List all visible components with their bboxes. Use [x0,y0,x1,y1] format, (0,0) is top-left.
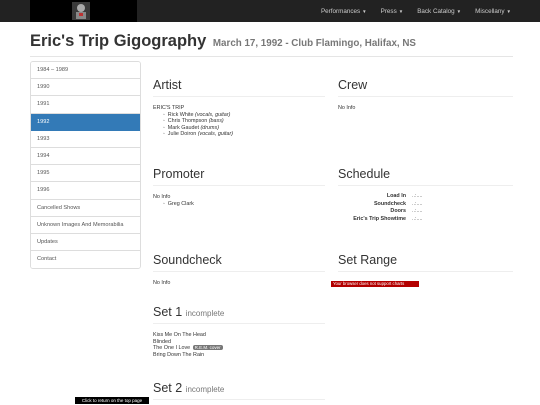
schedule-row: Load In..:.... [386,193,423,199]
crew-section: Crew No Info [338,78,513,112]
list-item: Rick White (vocals, guitar) [163,112,325,119]
set2-section: Set 2 incomplete [153,381,325,400]
chevron-down-icon: ▼ [456,8,462,14]
page-header: Eric's Trip Gigography March 17, 1992 - … [30,32,513,57]
list-item: Mark Gaudet (drums) [163,125,325,132]
chart-unsupported-message: Your browser does not support charts [331,281,419,287]
list-item: Blinded [153,338,171,345]
list-item: The One I Love R.E.M. cover [153,345,223,352]
schedule-heading: Schedule [338,167,513,186]
sidebar-item-1996[interactable]: 1996 [31,182,140,200]
sidebar-item-1991[interactable]: 1991 [31,96,140,114]
schedule-section: Schedule Load In..:.... Soundcheck..:...… [338,167,513,223]
list-item: Kiss Me On The Head [153,332,206,338]
brand-logo-area[interactable] [30,0,137,22]
set1-status: incomplete [185,309,225,318]
sidebar-item-updates[interactable]: Updates [31,233,140,252]
nav-miscellany-menu[interactable]: Miscellany ▼ [468,8,518,15]
promoter-heading: Promoter [153,167,325,186]
sidebar-item-1994[interactable]: 1994 [31,147,140,166]
back-to-top-button[interactable]: Click to return on the top page [75,397,149,404]
band-logo-icon [72,2,90,20]
schedule-row: Soundcheck..:.... [373,200,423,207]
schedule-row: Eric's Trip Showtime..:.... [353,215,423,222]
sidebar-item-1992[interactable]: 1992 [31,113,140,131]
chevron-down-icon: ▼ [398,8,404,14]
sidebar-item-unknown-images[interactable]: Unknown Images And Memorabilia [31,216,140,234]
soundcheck-section: Soundcheck No Info [153,253,325,287]
artist-heading: Artist [153,78,325,97]
promoter-list: Greg Clark [163,201,325,208]
page-subtitle: March 17, 1992 - Club Flamingo, Halifax,… [212,38,416,49]
band-name: ERIC'S TRIP [153,105,185,111]
page-title: Eric's Trip Gigography March 17, 1992 - … [30,32,416,50]
set1-heading: Set 1 incomplete [153,305,325,324]
schedule-row: Doors..:.... [390,208,423,214]
artist-section: Artist ERIC'S TRIP Rick White (vocals, g… [153,78,325,138]
list-item: Julie Doiron (vocals, guitar) [163,131,325,138]
chevron-down-icon: ▼ [506,8,511,14]
list-item: Chris Thompson (bass) [163,118,325,125]
crew-text: No Info [338,105,356,111]
year-sidebar: 1984 – 1989 1990 1991 1992 1993 1994 199… [30,61,141,270]
list-item: Greg Clark [163,201,325,208]
nav-press-menu[interactable]: Press ▼ [374,8,411,15]
sidebar-item-1995[interactable]: 1995 [31,165,140,183]
promoter-text: No Info [153,194,171,200]
chevron-down-icon: ▼ [362,8,367,14]
member-list: Rick White (vocals, guitar) Chris Thomps… [163,112,325,138]
nav-performances-menu[interactable]: Performances ▼ [314,8,374,15]
set-range-section: Set Range [338,253,513,272]
nav-back-catalog-menu[interactable]: Back Catalog ▼ [410,8,468,15]
promoter-section: Promoter No Info Greg Clark [153,167,325,207]
set-range-heading: Set Range [338,253,513,272]
list-item: Bring Down The Rain [153,351,205,358]
set2-heading: Set 2 incomplete [153,381,325,400]
sidebar-item-cancelled-shows[interactable]: Cancelled Shows [31,199,140,217]
sidebar-item-1990[interactable]: 1990 [31,79,140,97]
set1-section: Set 1 incomplete Kiss Me On The Head Bli… [153,305,325,358]
soundcheck-text: No Info [153,280,171,286]
crew-heading: Crew [338,78,513,97]
sidebar-item-1984-1989[interactable]: 1984 – 1989 [31,62,140,80]
schedule-table: Load In..:.... Soundcheck..:.... Doors..… [338,193,513,223]
set1-songlist: Kiss Me On The Head Blinded The One I Lo… [153,332,325,358]
sidebar-item-1993[interactable]: 1993 [31,130,140,148]
cover-badge: R.E.M. cover [192,345,223,351]
set2-status: incomplete [185,385,225,394]
top-navbar: Performances ▼ Press ▼ Back Catalog ▼ Misce… [0,0,540,22]
sidebar-item-contact[interactable]: Contact [31,251,140,269]
soundcheck-heading: Soundcheck [153,253,325,272]
